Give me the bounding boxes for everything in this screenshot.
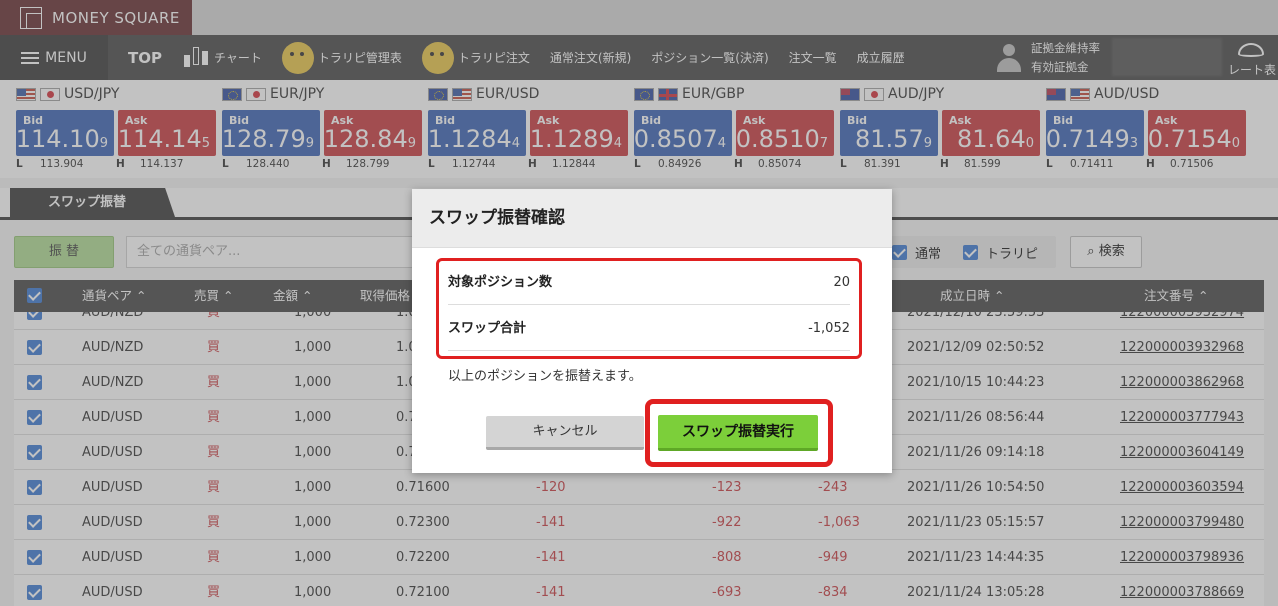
dialog-note: 以上のポジションを振替えます。 xyxy=(448,369,642,384)
dialog-title: スワップ振替確認 xyxy=(412,189,892,248)
execute-swap-transfer-button[interactable]: スワップ振替実行 xyxy=(658,415,818,451)
cancel-button[interactable]: キャンセル xyxy=(486,416,644,450)
swap-transfer-confirm-dialog: スワップ振替確認 対象ポジション数 20 スワップ合計 -1,052 以上のポジ… xyxy=(412,189,892,473)
app-root: MONEY SQUARE MENU TOP チャート トラリピ管理表 トラリピ注… xyxy=(0,0,1278,606)
highlight-frame xyxy=(436,258,862,359)
